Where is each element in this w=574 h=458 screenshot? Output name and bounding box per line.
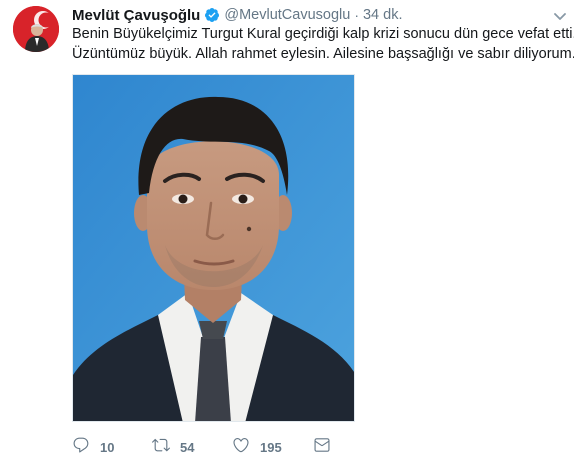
tweet-text-line: Benin Büyükelçimiz Turgut Kural geçirdiğ… <box>72 26 574 42</box>
heart-icon <box>232 436 250 458</box>
avatar[interactable] <box>13 6 59 52</box>
tweet-photo[interactable] <box>72 74 355 422</box>
tweet[interactable]: Mevlüt Çavuşoğlu @MevlutCavusoglu · 34 d… <box>0 0 574 458</box>
tweet-text: Benin Büyükelçimiz Turgut Kural geçirdiğ… <box>72 24 574 64</box>
retweet-button[interactable]: 54 <box>152 436 194 458</box>
envelope-icon <box>313 436 331 458</box>
portrait-image <box>73 75 354 421</box>
reply-count: 10 <box>100 440 115 455</box>
reply-button[interactable]: 10 <box>72 436 114 458</box>
tweet-header: Mevlüt Çavuşoğlu @MevlutCavusoglu · 34 d… <box>72 6 402 24</box>
author-name[interactable]: Mevlüt Çavuşoğlu <box>72 7 200 24</box>
retweet-icon <box>152 436 170 458</box>
retweet-count: 54 <box>180 440 195 455</box>
direct-message-button[interactable] <box>313 436 331 458</box>
tweet-text-line: Üzüntümüz büyük. Allah rahmet eylesin. A… <box>72 46 574 62</box>
tweet-timestamp[interactable]: 34 dk. <box>363 7 403 23</box>
reply-icon <box>72 436 90 458</box>
chevron-down-icon[interactable] <box>554 9 566 20</box>
like-button[interactable]: 195 <box>232 436 282 458</box>
author-handle[interactable]: @MevlutCavusoglu <box>224 7 350 23</box>
verified-badge-icon <box>204 7 220 23</box>
avatar-image <box>13 6 59 52</box>
separator-dot: · <box>354 7 359 23</box>
like-count: 195 <box>260 440 282 455</box>
